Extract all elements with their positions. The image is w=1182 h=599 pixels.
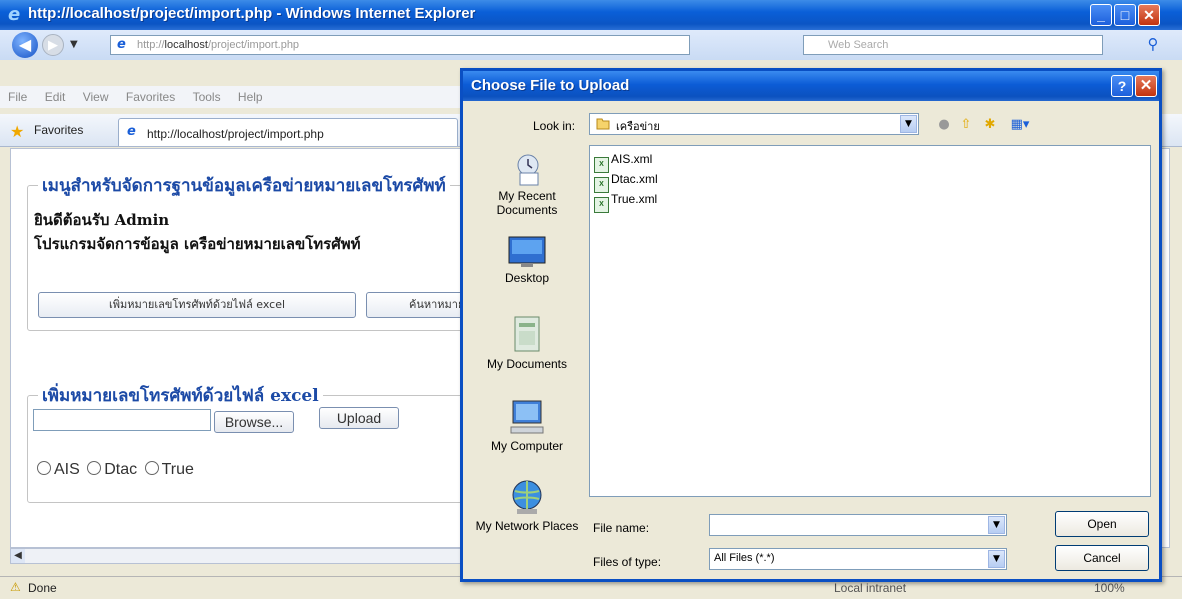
file-name: AIS.xml — [611, 152, 653, 166]
welcome-text: ยินดีต้อนรับ Admin — [34, 211, 170, 229]
maximize-button[interactable]: □ — [1114, 4, 1136, 26]
file-name-label: File name: — [593, 521, 650, 535]
open-button[interactable]: Open — [1055, 511, 1149, 537]
up-folder-icon[interactable]: ⇧ — [957, 117, 975, 133]
choose-file-dialog: Choose File to Upload ? ✕ Look in: เครือ… — [460, 68, 1162, 582]
files-of-type-combo[interactable]: All Files (*.*) ▼ — [709, 548, 1007, 570]
page-icon: e — [127, 124, 136, 139]
place-label: My Network Places — [475, 519, 579, 533]
menu-fieldset: เมนูสำหรับจัดการฐานข้อมูลเครือข่ายหมายเล… — [27, 172, 566, 331]
file-path-input[interactable] — [33, 409, 211, 431]
carrier-radio-group: AIS Dtac True — [37, 461, 197, 479]
xml-file-icon: X — [594, 197, 609, 213]
folder-icon — [596, 118, 610, 130]
tab-import[interactable]: e http://localhost/project/import.php — [118, 118, 458, 146]
menu-edit[interactable]: Edit — [45, 86, 66, 108]
minimize-button[interactable]: _ — [1090, 4, 1112, 26]
place-network[interactable]: My Network Places — [471, 477, 583, 533]
place-label: Desktop — [504, 271, 550, 285]
xml-file-icon: X — [594, 177, 609, 193]
program-title: โปรแกรมจัดการข้อมูล เครือข่ายหมายเลขโทรศ… — [34, 235, 361, 253]
dialog-title: Choose File to Upload — [471, 77, 630, 94]
browse-button[interactable]: Browse... — [214, 411, 294, 433]
back-icon[interactable]: ● — [935, 117, 953, 133]
forward-button[interactable]: ▶ — [42, 34, 64, 56]
menu-view[interactable]: View — [83, 86, 109, 108]
file-name-combo[interactable]: ▼ — [709, 514, 1007, 536]
warning-icon: ⚠ — [10, 580, 21, 594]
back-button[interactable]: ◀ — [12, 32, 38, 58]
file-name: True.xml — [611, 192, 658, 206]
chevron-down-icon[interactable]: ▼ — [988, 516, 1005, 534]
places-bar: My Recent Documents Desktop My Documents… — [471, 143, 583, 561]
place-label: My Recent Documents — [496, 189, 558, 217]
search-icon[interactable]: ⚲ — [1142, 35, 1164, 55]
look-in-value: เครือข่าย — [616, 120, 660, 133]
recent-documents-icon — [517, 154, 539, 186]
cancel-button[interactable]: Cancel — [1055, 545, 1149, 571]
zoom-level[interactable]: 100% — [1094, 581, 1125, 595]
radio-ais[interactable] — [37, 461, 51, 475]
favorites-star-icon[interactable]: ★ — [10, 122, 24, 141]
file-name: Dtac.xml — [611, 172, 658, 186]
ie-logo-icon: e — [8, 4, 21, 25]
place-my-computer[interactable]: My Computer — [471, 397, 583, 453]
menu-tools[interactable]: Tools — [193, 86, 221, 108]
file-item-ais[interactable]: X AIS.xml — [594, 152, 652, 173]
radio-true[interactable] — [144, 461, 159, 475]
chevron-down-icon[interactable]: ▼ — [988, 550, 1005, 568]
chevron-down-icon[interactable]: ▼ — [900, 115, 917, 133]
upload-legend: เพิ่มหมายเลขโทรศัพท์ด้วยไฟล์ excel — [38, 382, 323, 409]
recent-pages-dropdown[interactable]: ▼ — [70, 39, 78, 50]
add-excel-button[interactable]: เพิ่มหมายเลขโทรศัพท์ด้วยไฟล์ excel — [38, 292, 356, 318]
horizontal-scrollbar[interactable]: ◀ — [10, 548, 470, 564]
tab-label: http://localhost/project/import.php — [147, 127, 324, 141]
status-text: Done — [28, 581, 57, 595]
desktop-icon — [508, 236, 546, 267]
radio-label-dtac: Dtac — [104, 461, 138, 478]
file-list[interactable]: X AIS.xml X Dtac.xml X True.xml — [589, 145, 1151, 497]
search-input[interactable]: Web Search — [803, 35, 1103, 55]
security-zone: Local intranet — [834, 581, 907, 595]
files-of-type-label: Files of type: — [593, 555, 662, 569]
radio-label-true: True — [161, 461, 194, 478]
place-desktop[interactable]: Desktop — [471, 235, 583, 285]
look-in-combo[interactable]: เครือข่าย ▼ — [589, 113, 919, 135]
menu-favorites[interactable]: Favorites — [126, 86, 175, 108]
close-window-button[interactable]: ✕ — [1138, 4, 1160, 26]
navigation-bar: ◀ ▶ ▼ e http://localhost/project/import.… — [0, 30, 1182, 60]
my-computer-icon — [510, 400, 544, 434]
menu-legend: เมนูสำหรับจัดการฐานข้อมูลเครือข่ายหมายเล… — [38, 172, 450, 199]
view-menu-icon[interactable]: ▦▾ — [1005, 117, 1035, 133]
files-of-type-value: All Files (*.*) — [714, 552, 775, 564]
place-recent[interactable]: My Recent Documents — [471, 151, 583, 217]
ie-titlebar: e http://localhost/project/import.php - … — [0, 0, 1182, 30]
file-item-true[interactable]: X True.xml — [594, 192, 657, 213]
place-label: My Documents — [486, 357, 568, 371]
look-in-label: Look in: — [533, 119, 576, 133]
page-icon: e — [117, 37, 126, 52]
file-item-dtac[interactable]: X Dtac.xml — [594, 172, 658, 193]
menu-bar: File Edit View Favorites Tools Help — [0, 86, 460, 108]
dialog-titlebar: Choose File to Upload ? ✕ — [463, 71, 1159, 101]
help-button[interactable]: ? — [1111, 75, 1133, 97]
menu-file[interactable]: File — [8, 86, 27, 108]
menu-help[interactable]: Help — [238, 86, 263, 108]
place-my-documents[interactable]: My Documents — [471, 315, 583, 371]
address-text: http://localhost/project/import.php — [137, 39, 300, 51]
my-documents-icon — [514, 316, 540, 352]
network-places-icon — [512, 480, 542, 514]
radio-label-ais: AIS — [54, 461, 80, 478]
place-label: My Computer — [490, 439, 564, 453]
address-bar[interactable]: e http://localhost/project/import.php — [110, 35, 690, 55]
dialog-close-button[interactable]: ✕ — [1135, 75, 1157, 97]
window-title: http://localhost/project/import.php - Wi… — [28, 5, 476, 22]
radio-dtac[interactable] — [87, 461, 102, 475]
favorites-button[interactable]: Favorites — [34, 123, 83, 137]
xml-file-icon: X — [594, 157, 609, 173]
scroll-left-icon[interactable]: ◀ — [11, 549, 25, 563]
new-folder-icon[interactable]: ✱ — [981, 117, 999, 133]
upload-button[interactable]: Upload — [319, 407, 399, 429]
